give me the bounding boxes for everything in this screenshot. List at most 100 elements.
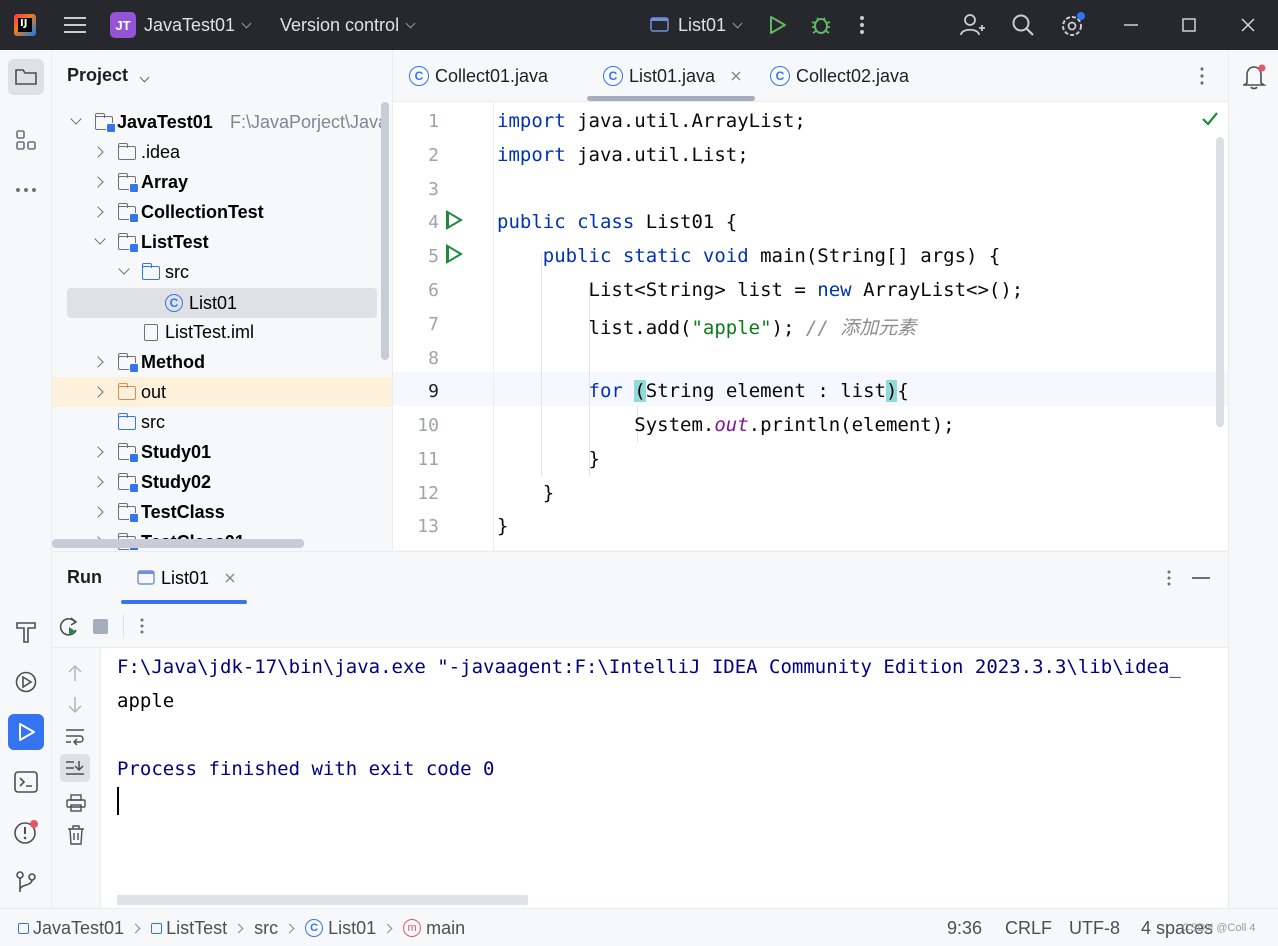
version-control-widget[interactable]: Version control xyxy=(280,0,416,50)
run-main-gutter-icon[interactable] xyxy=(446,244,463,264)
down-arrow-icon[interactable] xyxy=(67,696,83,714)
run-button[interactable] xyxy=(768,0,788,50)
run-panel-options-icon[interactable] xyxy=(1166,570,1172,586)
project-widget[interactable]: JT JavaTest01 xyxy=(110,0,252,50)
file-encoding[interactable]: UTF-8 xyxy=(1069,909,1120,946)
code-text: list.add( xyxy=(497,317,692,339)
trash-icon[interactable] xyxy=(67,825,85,845)
rerun-icon[interactable] xyxy=(58,616,80,638)
stop-icon[interactable] xyxy=(93,619,108,634)
breadcrumb-item[interactable]: main xyxy=(426,918,465,939)
caret-position[interactable]: 9:36 xyxy=(947,909,982,946)
project-panel-title[interactable]: Project xyxy=(67,65,150,86)
tree-item-array[interactable]: Array xyxy=(52,167,392,197)
close-window-button[interactable] xyxy=(1241,0,1255,50)
build-hammer-icon[interactable] xyxy=(8,614,44,650)
tree-item-study02[interactable]: Study02 xyxy=(52,467,392,497)
run-class-gutter-icon[interactable] xyxy=(446,210,463,230)
search-icon[interactable] xyxy=(1011,0,1035,50)
breadcrumb-item[interactable]: JavaTest01 xyxy=(33,918,124,939)
intellij-logo-icon[interactable]: IJ xyxy=(14,0,36,50)
chevron-right-icon[interactable] xyxy=(92,476,104,488)
chevron-down-icon xyxy=(139,72,150,83)
maximize-button[interactable] xyxy=(1182,0,1196,50)
tree-item-javatest01[interactable]: JavaTest01 F:\JavaPorject\Java xyxy=(52,107,392,137)
code-editor[interactable]: 1 2 3 4 5 6 7 8 9 10 11 12 13 import jav… xyxy=(393,102,1228,550)
tree-item-collectiontest[interactable]: CollectionTest xyxy=(52,197,392,227)
run-config-selector[interactable]: List01 xyxy=(650,0,743,50)
module-icon xyxy=(18,922,29,934)
more-actions-icon[interactable] xyxy=(858,0,866,50)
chevron-down-icon[interactable] xyxy=(94,233,106,245)
git-branch-icon[interactable] xyxy=(8,864,44,900)
up-arrow-icon[interactable] xyxy=(67,664,83,682)
tab-collect02[interactable]: C Collect02.java xyxy=(770,50,909,102)
editor-vertical-scrollbar[interactable] xyxy=(1216,137,1224,427)
tree-item-listtest-iml[interactable]: ListTest.iml xyxy=(52,317,392,347)
run-tab-list01[interactable]: List01 xyxy=(121,552,247,604)
chevron-right-icon[interactable] xyxy=(92,386,104,398)
minimize-button[interactable] xyxy=(1124,0,1138,50)
java-class-icon: C xyxy=(165,294,183,312)
tree-item-list01[interactable]: C List01 xyxy=(67,288,377,318)
soft-wrap-icon[interactable] xyxy=(65,728,85,746)
breadcrumb-item[interactable]: ListTest xyxy=(166,918,227,939)
code-string: "apple" xyxy=(691,317,772,339)
hide-panel-icon[interactable] xyxy=(1192,577,1210,579)
tree-item-idea[interactable]: .idea xyxy=(52,137,392,167)
module-folder-icon xyxy=(117,503,139,523)
watermark-text: CSDN @Coll 4 xyxy=(1182,922,1256,934)
breadcrumb-item[interactable]: src xyxy=(254,918,278,939)
problems-icon[interactable] xyxy=(8,814,44,850)
tree-item-testclass[interactable]: TestClass xyxy=(52,497,392,527)
tree-item-label: Array xyxy=(141,171,189,192)
breadcrumb-item[interactable]: List01 xyxy=(328,918,376,939)
services-icon[interactable] xyxy=(8,664,44,700)
tree-item-src[interactable]: src xyxy=(52,257,392,287)
chevron-right-icon[interactable] xyxy=(92,506,104,518)
console-horizontal-scrollbar[interactable] xyxy=(117,895,528,905)
run-tool-button[interactable] xyxy=(8,714,44,750)
chevron-right-icon[interactable] xyxy=(92,206,104,218)
chevron-right-icon[interactable] xyxy=(92,146,104,158)
chevron-down-icon[interactable] xyxy=(70,113,82,125)
close-tab-icon[interactable] xyxy=(731,71,741,81)
tab-list01[interactable]: C List01.java xyxy=(603,50,741,102)
excluded-folder-icon xyxy=(117,383,136,400)
chevron-right-icon[interactable] xyxy=(92,446,104,458)
add-user-icon[interactable] xyxy=(960,0,986,50)
chevron-right-icon[interactable] xyxy=(92,356,104,368)
close-tab-icon[interactable] xyxy=(225,573,235,583)
more-actions-icon[interactable] xyxy=(139,618,145,634)
project-horizontal-scrollbar[interactable] xyxy=(52,539,304,548)
tab-options-icon[interactable] xyxy=(1199,50,1205,102)
code-text: java.util.ArrayList; xyxy=(565,110,806,132)
project-vertical-scrollbar[interactable] xyxy=(381,102,389,360)
tree-item-src-root[interactable]: src xyxy=(52,407,392,437)
structure-tool-button[interactable] xyxy=(8,122,44,158)
print-icon[interactable] xyxy=(66,794,86,812)
code-text: java.util.List; xyxy=(565,144,749,166)
tree-item-method[interactable]: Method xyxy=(52,347,392,377)
tree-item-listtest[interactable]: ListTest xyxy=(52,227,392,257)
tree-item-out[interactable]: out xyxy=(52,377,392,407)
scroll-to-end-button[interactable] xyxy=(60,754,90,782)
chevron-right-icon[interactable] xyxy=(92,176,104,188)
chevron-down-icon[interactable] xyxy=(118,263,130,275)
settings-gear-icon[interactable] xyxy=(1060,0,1086,50)
tab-collect01[interactable]: C Collect01.java xyxy=(409,50,548,102)
notifications-bell-icon[interactable] xyxy=(1243,64,1267,90)
java-class-icon: C xyxy=(305,919,324,937)
main-menu-icon[interactable] xyxy=(64,0,86,50)
no-problems-check-icon[interactable] xyxy=(1202,112,1218,126)
console-output[interactable]: F:\Java\jdk-17\bin\java.exe "-javaagent:… xyxy=(101,648,1228,909)
code-text: } xyxy=(497,448,600,470)
more-tools-icon[interactable] xyxy=(8,172,44,208)
console-line-output: apple xyxy=(117,690,175,712)
terminal-icon[interactable] xyxy=(8,764,44,800)
debug-button[interactable] xyxy=(810,0,832,50)
tree-item-study01[interactable]: Study01 xyxy=(52,437,392,467)
line-separator[interactable]: CRLF xyxy=(1005,909,1052,946)
project-tool-button[interactable] xyxy=(8,59,44,95)
code-text: ); xyxy=(771,317,806,339)
